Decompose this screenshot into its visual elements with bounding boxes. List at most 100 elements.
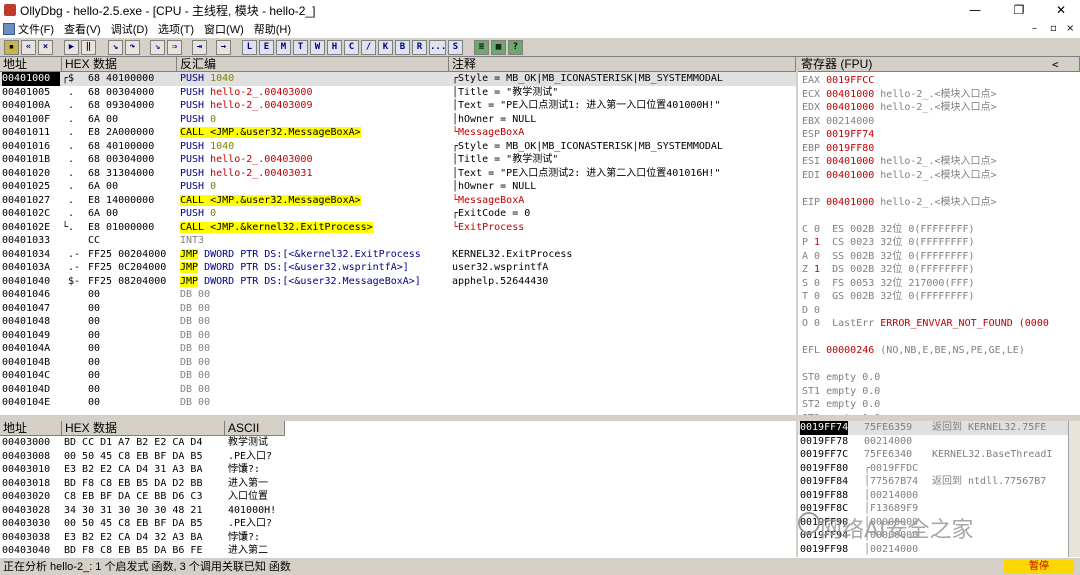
chevron-left-icon[interactable]: < — [1052, 57, 1059, 72]
disasm-header-address[interactable]: 地址 — [0, 57, 62, 72]
disasm-row[interactable]: 00401034 .- FF25 00204000 JMP DWORD PTR DS… — [0, 248, 796, 262]
trace-into-icon[interactable]: ⇘ — [150, 40, 165, 55]
minimize-button[interactable]: — — [958, 0, 992, 20]
disasm-row[interactable]: 00401033 CC INT3 — [0, 234, 796, 248]
disasm-row[interactable]: 0040103A .- FF25 0C204000 JMP DWORD PTR DS… — [0, 261, 796, 275]
stack-scrollbar[interactable] — [1068, 421, 1080, 557]
registers-header[interactable]: 寄存器 (FPU) — [798, 57, 1080, 72]
disasm-address: 0040100A — [2, 100, 51, 111]
trace-over-icon[interactable]: ⇒ — [167, 40, 182, 55]
disassembly-pane[interactable]: 地址 HEX 数据 反汇编 注释 00401000 ┌$ 68 40100000 PU… — [0, 57, 796, 415]
mdi-minimize-button[interactable]: – — [1032, 20, 1037, 37]
stack-address: 0019FF98 — [800, 543, 849, 555]
disasm-row[interactable]: 00401027 . E8 14000000 CALL <JMP.&user32.M… — [0, 194, 796, 208]
register-token: EDX — [802, 102, 827, 113]
disasm-marker: . — [62, 154, 75, 165]
register-token: 00401000 — [826, 88, 875, 100]
toolbar-source-button[interactable]: S — [448, 40, 463, 55]
disasm-token: DB 00 — [180, 302, 211, 314]
disasm-row[interactable]: 0040101B . 68 00304000 PUSH hello-2_.00403… — [0, 153, 796, 167]
dump-header-ascii[interactable]: ASCII — [225, 421, 285, 436]
disasm-row[interactable]: 00401049 00 DB 00 — [0, 329, 796, 343]
pause-icon[interactable]: ‖ — [81, 40, 96, 55]
registers-pane[interactable]: 寄存器 (FPU) < EAX 0019FFCC ECX 00401000 hel… — [798, 57, 1080, 415]
restart-icon[interactable]: « — [21, 40, 36, 55]
disasm-row[interactable]: 0040102C . 6A 00 PUSH 0 ┌ExitCode = 0 — [0, 207, 796, 221]
disasm-row[interactable]: 0040104E 00 DB 00 — [0, 396, 796, 410]
disasm-marker: └. — [62, 221, 75, 233]
open-icon[interactable]: ▪ — [4, 40, 19, 55]
disasm-row[interactable]: 00401011 . E8 2A000000 CALL <JMP.&user32.M… — [0, 126, 796, 140]
disasm-row[interactable]: 0040100F . 6A 00 PUSH 0 │hOwner = NULL — [0, 113, 796, 127]
disasm-instruction: DB 00 — [180, 369, 449, 383]
dump-header-hex[interactable]: HEX 数据 — [62, 421, 225, 436]
toolbar-callstack-button[interactable]: K — [378, 40, 393, 55]
disasm-row[interactable]: 00401020 . 68 31304000 PUSH hello-2_.00403… — [0, 167, 796, 181]
close-button[interactable]: ✕ — [1044, 0, 1078, 20]
grid-icon[interactable]: ▦ — [491, 40, 506, 55]
goto-icon[interactable]: → — [216, 40, 231, 55]
disasm-row[interactable]: 00401048 00 DB 00 — [0, 315, 796, 329]
disasm-header-disasm[interactable]: 反汇编 — [177, 57, 449, 72]
toolbar-log-button[interactable]: L — [242, 40, 257, 55]
list-icon[interactable]: ≡ — [474, 40, 489, 55]
disasm-header-hex[interactable]: HEX 数据 — [62, 57, 177, 72]
disasm-token: JMP — [180, 248, 199, 260]
disasm-row[interactable]: 0040102E └. E8 01000000 CALL <JMP.&kernel32… — [0, 221, 796, 235]
toolbar-memory-button[interactable]: M — [276, 40, 291, 55]
disasm-row[interactable]: 00401016 . 68 40100000 PUSH 1040 ┌Style = M… — [0, 140, 796, 154]
disasm-token: DWORD PTR DS:[<&user32.MessageBoxA>] — [198, 275, 421, 287]
disasm-row[interactable]: 0040104A 00 DB 00 — [0, 342, 796, 356]
step-over-icon[interactable]: ↷ — [125, 40, 140, 55]
toolbar-run-trace-button[interactable]: ... — [429, 40, 446, 55]
toolbar-threads-button[interactable]: T — [293, 40, 308, 55]
dump-ascii: 401000H! — [228, 504, 277, 516]
toolbar-cpu-button[interactable]: C — [344, 40, 359, 55]
help-icon[interactable]: ? — [508, 40, 523, 55]
register-token: ST2 empty 0.0 — [802, 399, 881, 410]
disasm-hex: E8 01000000 — [88, 221, 155, 233]
toolbar-windows-button[interactable]: W — [310, 40, 325, 55]
menu-view[interactable]: 查看(V) — [64, 21, 101, 37]
toolbar-executables-button[interactable]: E — [259, 40, 274, 55]
disasm-instruction: DB 00 — [180, 383, 449, 397]
disasm-row[interactable]: 0040104C 00 DB 00 — [0, 369, 796, 383]
app-logo-icon — [4, 4, 16, 16]
menu-debug[interactable]: 调试(D) — [111, 21, 148, 37]
disasm-row[interactable]: 0040100A . 68 09304000 PUSH hello-2_.00403… — [0, 99, 796, 113]
menu-window[interactable]: 窗口(W) — [204, 21, 244, 37]
register-token: D 0 — [802, 304, 821, 316]
disasm-row[interactable]: 0040104B 00 DB 00 — [0, 356, 796, 370]
toolbar-references-button[interactable]: R — [412, 40, 427, 55]
run-icon[interactable]: ▶ — [64, 40, 79, 55]
register-token: ST1 empty 0.0 — [802, 385, 881, 397]
disasm-row[interactable]: 00401025 . 6A 00 PUSH 0 │hOwner = NULL — [0, 180, 796, 194]
disasm-row[interactable]: 0040104D 00 DB 00 — [0, 383, 796, 397]
toolbar-patches-button[interactable]: / — [361, 40, 376, 55]
menu-help[interactable]: 帮助(H) — [254, 21, 291, 37]
mdi-restore-button[interactable]: ▫ — [1050, 20, 1057, 37]
disasm-row[interactable]: 00401047 00 DB 00 — [0, 302, 796, 316]
disasm-row[interactable]: 00401040 $- FF25 08204000 JMP DWORD PTR DS… — [0, 275, 796, 289]
stack-row: 0019FF88 │00214000 — [798, 489, 1068, 503]
dump-header-address[interactable]: 地址 — [0, 421, 62, 436]
disasm-instruction: DB 00 — [180, 342, 449, 356]
close-process-icon[interactable]: × — [38, 40, 53, 55]
dump-hex: E3 B2 E2 CA D4 32 A3 BA — [64, 531, 203, 543]
disasm-header-comment[interactable]: 注释 — [449, 57, 796, 72]
toolbar-handles-button[interactable]: H — [327, 40, 342, 55]
disasm-row[interactable]: 00401046 00 DB 00 — [0, 288, 796, 302]
menu-file[interactable]: 文件(F) — [18, 21, 54, 37]
dump-address: 00403020 — [2, 491, 51, 502]
mdi-close-button[interactable]: × — [1066, 20, 1074, 37]
disasm-row[interactable]: 00401000 ┌$ 68 40100000 PUSH 1040 ┌Style = M… — [0, 72, 796, 86]
disasm-marker — [62, 396, 88, 410]
dump-pane[interactable]: 地址 HEX 数据 ASCII 00403000 BD CC D1 A7 B2 E… — [0, 421, 796, 557]
toolbar-breakpoints-button[interactable]: B — [395, 40, 410, 55]
dump-row: 00403040 BD F8 C8 EB B5 DA B6 FE 进入第二 — [0, 544, 290, 557]
maximize-button[interactable]: ❐ — [1002, 0, 1036, 20]
step-into-icon[interactable]: ↘ — [108, 40, 123, 55]
disasm-row[interactable]: 00401005 . 68 00304000 PUSH hello-2_.00403… — [0, 86, 796, 100]
execute-till-return-icon[interactable]: ⇥ — [192, 40, 207, 55]
menu-options[interactable]: 选项(T) — [158, 21, 194, 37]
